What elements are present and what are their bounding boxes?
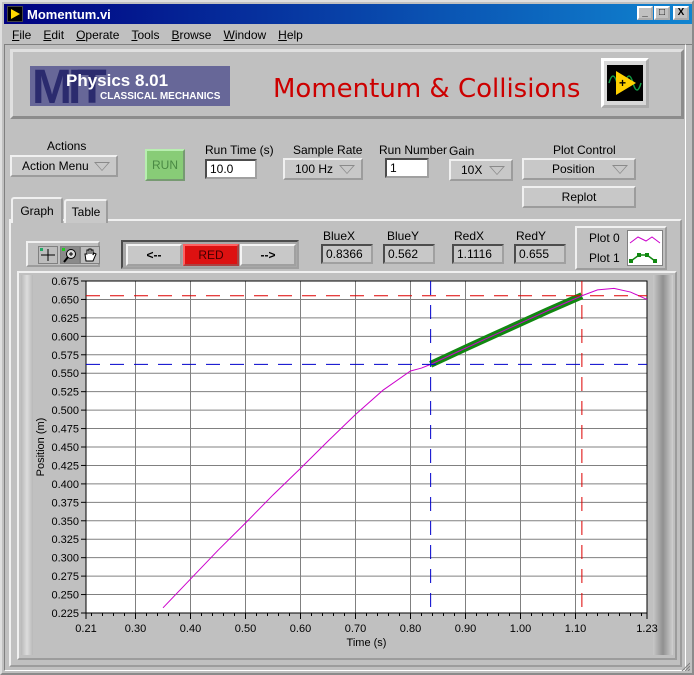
close-button[interactable]: X <box>673 6 689 20</box>
bluex-label: BlueX <box>323 229 356 243</box>
redy-value: 0.655 <box>514 244 566 264</box>
gain-value: 10X <box>461 163 483 177</box>
sample-rate-value: 100 Hz <box>295 162 334 176</box>
menu-help[interactable]: Help <box>278 28 303 42</box>
graph-frame-bevel-right <box>653 275 673 655</box>
replot-button[interactable]: Replot <box>522 186 636 208</box>
sample-rate-dropdown[interactable]: 100 Hz <box>283 158 363 180</box>
action-menu-dropdown[interactable]: Action Menu <box>10 155 118 177</box>
vi-app-icon <box>7 6 23 22</box>
menu-browse[interactable]: Browse <box>171 28 211 42</box>
cursor-prev-button[interactable]: <-- <box>126 244 182 266</box>
bluey-value: 0.562 <box>383 244 435 264</box>
legend-plot1-swatch <box>630 254 656 262</box>
menu-bar: File Edit Operate Tools Browse Window He… <box>4 25 692 45</box>
action-menu-value: Action Menu <box>22 159 89 173</box>
tab-graph[interactable]: Graph <box>11 197 63 223</box>
redy-label: RedY <box>516 229 547 243</box>
dropdown-arrow-icon <box>489 166 505 175</box>
bluey-label: BlueY <box>387 229 420 243</box>
run-button[interactable]: RUN <box>145 149 185 181</box>
zoom-icon[interactable] <box>60 246 80 264</box>
run-time-input[interactable]: 10.0 <box>205 159 257 179</box>
mit-physics-logo: MIT Physics 8.01 CLASSICAL MECHANICS <box>30 66 230 106</box>
maximize-button[interactable]: □ <box>654 6 670 20</box>
gain-dropdown[interactable]: 10X <box>449 159 513 181</box>
plot-control-value: Position <box>552 162 595 176</box>
actions-label: Actions <box>47 139 87 153</box>
graph-tool-palette <box>26 241 100 267</box>
cursor-next-button[interactable]: --> <box>240 244 296 266</box>
window-title: Momentum.vi <box>27 6 111 22</box>
resize-grip[interactable] <box>680 660 691 672</box>
sample-rate-label: Sample Rate <box>293 143 363 157</box>
graph-frame <box>17 271 677 660</box>
run-number-input[interactable]: 1 <box>385 158 429 178</box>
labview-vi-icon: + <box>601 58 649 108</box>
dropdown-arrow-icon <box>94 162 110 171</box>
banner: MIT Physics 8.01 CLASSICAL MECHANICS Mom… <box>10 49 684 119</box>
legend-swatches[interactable] <box>627 230 663 266</box>
active-cursor-button[interactable]: RED <box>183 244 239 266</box>
banner-title: Momentum & Collisions <box>273 74 581 104</box>
menu-edit[interactable]: Edit <box>43 28 64 42</box>
redx-value: 1.1116 <box>452 244 504 264</box>
legend-plot0-label: Plot 0 <box>589 231 620 245</box>
dropdown-arrow-icon <box>339 165 355 174</box>
minimize-button[interactable]: _ <box>637 6 653 20</box>
run-number-label: Run Number <box>379 143 448 157</box>
crosshair-icon[interactable] <box>38 246 58 264</box>
logo-course-text: Physics 8.01 <box>66 71 169 90</box>
menu-operate[interactable]: Operate <box>76 28 119 42</box>
run-time-label: Run Time (s) <box>205 143 274 157</box>
pan-hand-icon[interactable] <box>80 246 100 264</box>
redx-label: RedX <box>454 229 485 243</box>
tab-table[interactable]: Table <box>64 199 108 223</box>
legend-plot1-label: Plot 1 <box>589 251 620 265</box>
dropdown-arrow-icon <box>612 165 628 174</box>
plot-control-label: Plot Control <box>553 143 616 157</box>
logo-subtitle-text: CLASSICAL MECHANICS <box>100 91 221 102</box>
plot-legend: Plot 0 Plot 1 <box>575 226 667 270</box>
bluex-value: 0.8366 <box>321 244 373 264</box>
menu-file[interactable]: File <box>12 28 31 42</box>
cursor-control-group: <-- RED --> <box>121 240 299 269</box>
menu-tools[interactable]: Tools <box>131 28 159 42</box>
graph-frame-bevel-left <box>21 275 33 655</box>
gain-label: Gain <box>449 144 475 158</box>
title-bar: Momentum.vi _ □ X <box>4 4 692 24</box>
menu-window[interactable]: Window <box>223 28 266 42</box>
legend-plot0-swatch <box>629 236 661 244</box>
plot-control-dropdown[interactable]: Position <box>522 158 636 180</box>
